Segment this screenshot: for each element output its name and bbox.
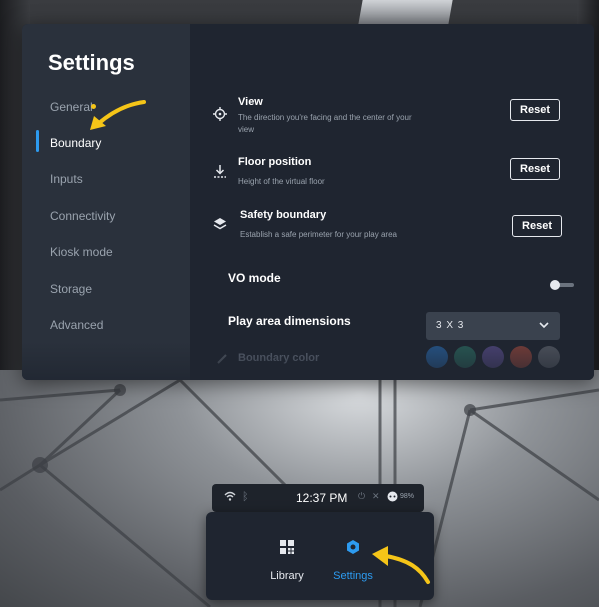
pencil-icon — [214, 351, 230, 367]
view-subtitle-line2: view — [238, 125, 255, 134]
nav-item-kiosk-mode[interactable]: Kiosk mode — [50, 245, 113, 259]
settings-sidebar: Settings General Boundary Inputs Connect… — [22, 24, 190, 380]
active-nav-indicator — [36, 130, 39, 152]
settings-title: Settings — [48, 50, 135, 75]
toggle-knob — [550, 280, 560, 290]
status-bar: ᛒ 12:37 PM ⏻ ✕ 98% — [212, 484, 424, 512]
settings-panel: Settings General Boundary Inputs Connect… — [22, 24, 594, 380]
safety-boundary-subtitle: Establish a safe perimeter for your play… — [240, 230, 397, 239]
dock-item-library[interactable]: Library — [252, 532, 322, 588]
boundary-color-label: Boundary color — [238, 352, 320, 364]
color-swatch-blue[interactable] — [426, 346, 448, 368]
view-title: View — [238, 96, 263, 108]
crosshair-icon — [212, 106, 228, 122]
gear-icon — [344, 538, 362, 556]
view-subtitle-line1: The direction you're facing and the cent… — [238, 113, 412, 122]
status-time: 12:37 PM — [296, 491, 348, 505]
wifi-icon — [224, 491, 236, 504]
vr-scene: Settings General Boundary Inputs Connect… — [0, 0, 599, 607]
color-swatch-red[interactable] — [510, 346, 532, 368]
dock-label-library: Library — [270, 570, 304, 582]
battery-level: 98% — [400, 493, 415, 500]
nav-item-boundary[interactable]: Boundary — [50, 136, 101, 150]
bluetooth-icon: ᛒ — [242, 491, 249, 503]
safety-boundary-title: Safety boundary — [240, 209, 327, 221]
mute-icon: ✕ — [372, 491, 380, 501]
annotation-arrow-settings — [372, 546, 430, 584]
reset-safety-boundary-button[interactable]: Reset — [512, 215, 562, 237]
boundary-settings-content: View The direction you're facing and the… — [190, 24, 594, 380]
color-swatch-purple[interactable] — [482, 346, 504, 368]
color-swatch-gray[interactable] — [538, 346, 560, 368]
power-icon: ⏻ — [358, 491, 366, 501]
nav-item-inputs[interactable]: Inputs — [50, 172, 83, 186]
nav-item-advanced[interactable]: Advanced — [50, 318, 103, 332]
play-area-dimensions-label: Play area dimensions — [228, 314, 351, 328]
floor-position-subtitle: Height of the virtual floor — [238, 177, 325, 186]
chevron-down-icon — [538, 319, 550, 334]
reset-view-button[interactable]: Reset — [510, 99, 560, 121]
vo-mode-label: VO mode — [228, 271, 281, 285]
library-icon — [278, 538, 296, 556]
nav-item-connectivity[interactable]: Connectivity — [50, 209, 115, 223]
play-area-dimensions-dropdown[interactable]: 3 X 3 — [426, 312, 560, 340]
layers-icon — [212, 216, 228, 232]
floor-position-title: Floor position — [238, 156, 312, 168]
controller-icon — [387, 491, 398, 505]
color-swatch-teal[interactable] — [454, 346, 476, 368]
play-area-dimensions-value: 3 X 3 — [436, 320, 465, 331]
floor-down-icon — [212, 164, 228, 180]
annotation-dot — [91, 104, 96, 109]
annotation-arrow-boundary — [90, 100, 146, 130]
reset-floor-position-button[interactable]: Reset — [510, 158, 560, 180]
nav-item-storage[interactable]: Storage — [50, 282, 92, 296]
vo-mode-toggle[interactable] — [550, 280, 574, 290]
